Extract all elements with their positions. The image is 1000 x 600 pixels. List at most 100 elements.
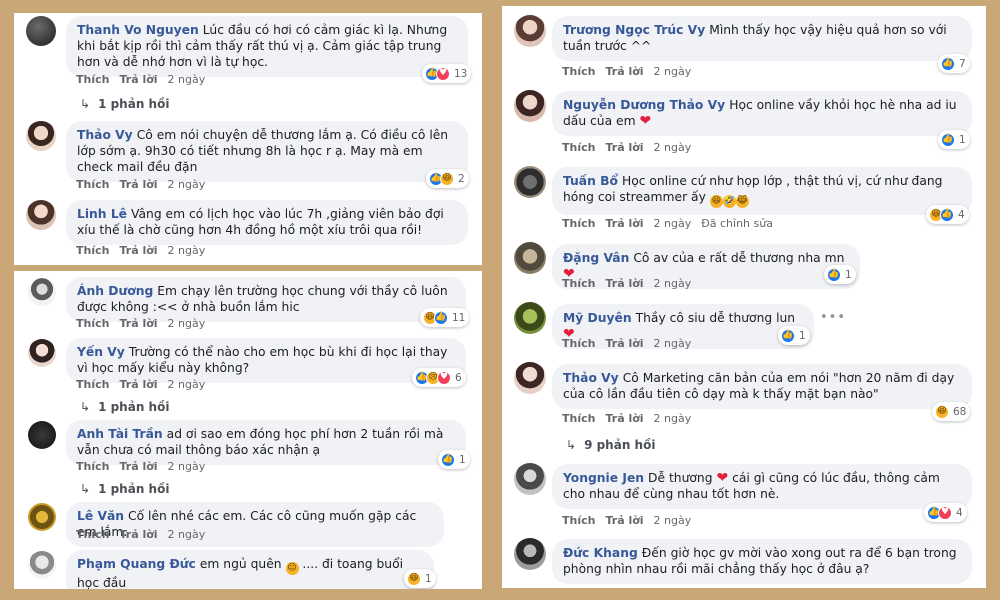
- like-link[interactable]: Thích: [562, 65, 595, 78]
- timestamp[interactable]: 2 ngày: [654, 337, 692, 350]
- reaction-summary[interactable]: 👍 7: [938, 54, 970, 73]
- comment-author[interactable]: Đức Khang: [563, 546, 638, 560]
- reaction-summary[interactable]: 👍 1: [778, 326, 810, 345]
- comment-author[interactable]: Tuấn Bổ: [563, 174, 618, 188]
- comment-author[interactable]: Trương Ngọc Trúc Vy: [563, 23, 705, 37]
- reaction-summary[interactable]: 👍 ♥ 4: [924, 503, 967, 522]
- view-replies-link[interactable]: ↳ 1 phản hồi: [80, 400, 169, 414]
- reaction-count: 1: [959, 133, 966, 146]
- reply-link[interactable]: Trả lời: [119, 378, 157, 391]
- timestamp[interactable]: 2 ngày: [654, 514, 692, 527]
- reply-link[interactable]: Trả lời: [605, 141, 643, 154]
- comment-author[interactable]: Thảo Vy: [563, 371, 619, 385]
- comment-author[interactable]: Lê Văn: [77, 509, 124, 523]
- reaction-summary[interactable]: 😆 👍 4: [926, 205, 969, 224]
- comment-author[interactable]: Yến Vy: [77, 345, 125, 359]
- reply-link[interactable]: Trả lời: [119, 73, 157, 86]
- comment-actions: Thích Trả lời 2 ngày: [562, 514, 701, 527]
- timestamp[interactable]: 2 ngày: [168, 178, 206, 191]
- reply-link[interactable]: Trả lời: [605, 217, 643, 230]
- reaction-summary[interactable]: 😆 1: [404, 569, 436, 588]
- reaction-summary[interactable]: 👍 1: [438, 450, 470, 469]
- reaction-summary[interactable]: 👍 ♥ 13: [422, 64, 472, 83]
- view-replies-link[interactable]: ↳ 9 phản hồi: [566, 438, 655, 452]
- avatar[interactable]: [26, 121, 56, 151]
- reply-link[interactable]: Trả lời: [119, 244, 157, 257]
- like-link[interactable]: Thích: [562, 514, 595, 527]
- comment-author[interactable]: Linh Lê: [77, 207, 127, 221]
- comment-author[interactable]: Thanh Vo Nguyen: [77, 23, 199, 37]
- timestamp[interactable]: 2 ngày: [168, 244, 206, 257]
- avatar[interactable]: [28, 551, 56, 579]
- reply-link[interactable]: Trả lời: [119, 460, 157, 473]
- reply-link[interactable]: Trả lời: [119, 528, 157, 541]
- like-link[interactable]: Thích: [562, 277, 595, 290]
- reaction-summary[interactable]: 👍 1: [824, 265, 856, 284]
- avatar[interactable]: [514, 15, 546, 47]
- timestamp[interactable]: 2 ngày: [168, 528, 206, 541]
- comment-author[interactable]: Yongnie Jen: [563, 471, 644, 485]
- like-link[interactable]: Thích: [562, 217, 595, 230]
- timestamp[interactable]: 2 ngày: [168, 460, 206, 473]
- like-link[interactable]: Thích: [76, 378, 109, 391]
- like-link[interactable]: Thích: [76, 73, 109, 86]
- reaction-count: 2: [458, 172, 465, 185]
- avatar[interactable]: [514, 538, 546, 570]
- avatar[interactable]: [514, 90, 546, 122]
- avatar[interactable]: [28, 339, 56, 367]
- avatar[interactable]: [28, 278, 56, 306]
- like-link[interactable]: Thích: [76, 528, 109, 541]
- reply-link[interactable]: Trả lời: [605, 65, 643, 78]
- timestamp[interactable]: 2 ngày: [168, 73, 206, 86]
- comment-author[interactable]: Mỹ Duyên: [563, 311, 632, 325]
- like-link[interactable]: Thích: [562, 141, 595, 154]
- comment-author[interactable]: Anh Tài Trần: [77, 427, 163, 441]
- reply-link[interactable]: Trả lời: [119, 317, 157, 330]
- like-link[interactable]: Thích: [76, 178, 109, 191]
- reply-link[interactable]: Trả lời: [605, 514, 643, 527]
- view-replies-link[interactable]: ↳ 1 phản hồi: [80, 97, 169, 111]
- like-link[interactable]: Thích: [562, 412, 595, 425]
- timestamp[interactable]: 2 ngày: [654, 277, 692, 290]
- timestamp[interactable]: 2 ngày: [654, 217, 692, 230]
- timestamp[interactable]: 2 ngày: [654, 412, 692, 425]
- reaction-summary[interactable]: 😆 68: [932, 402, 971, 421]
- reaction-summary[interactable]: 👍 1: [938, 130, 970, 149]
- like-icon: 👍: [441, 452, 455, 467]
- avatar[interactable]: [514, 302, 546, 334]
- comment-author[interactable]: Nguyễn Dương Thảo Vy: [563, 98, 725, 112]
- view-replies-link[interactable]: ↳ 1 phản hồi: [80, 482, 169, 496]
- comment-panel-right: Trương Ngọc Trúc Vy Mình thấy học vậy hiệ…: [502, 6, 986, 588]
- cat-emoji-icon: 😹: [735, 195, 749, 208]
- reply-link[interactable]: Trả lời: [119, 178, 157, 191]
- avatar[interactable]: [514, 242, 546, 274]
- avatar[interactable]: [28, 503, 56, 531]
- reply-link[interactable]: Trả lời: [605, 337, 643, 350]
- comment-author[interactable]: Đặng Vân: [563, 251, 629, 265]
- like-link[interactable]: Thích: [76, 460, 109, 473]
- avatar[interactable]: [514, 166, 546, 198]
- avatar[interactable]: [26, 200, 56, 230]
- timestamp[interactable]: 2 ngày: [654, 65, 692, 78]
- like-link[interactable]: Thích: [76, 244, 109, 257]
- comment-bubble: Linh Lê Vâng em có lịch học vào lúc 7h ,g…: [66, 200, 468, 245]
- reply-link[interactable]: Trả lời: [605, 412, 643, 425]
- like-link[interactable]: Thích: [76, 317, 109, 330]
- avatar[interactable]: [514, 362, 546, 394]
- reaction-count: 7: [959, 57, 966, 70]
- comment-author[interactable]: Thảo Vy: [77, 128, 133, 142]
- reaction-summary[interactable]: 👍 😢 ♥ 6: [412, 368, 466, 387]
- timestamp[interactable]: 2 ngày: [168, 378, 206, 391]
- more-options-icon[interactable]: •••: [820, 310, 846, 325]
- comment-author[interactable]: Phạm Quang Đức: [77, 557, 196, 571]
- reply-link[interactable]: Trả lời: [605, 277, 643, 290]
- comment-author[interactable]: Ánh Dương: [77, 284, 153, 298]
- timestamp[interactable]: 2 ngày: [654, 141, 692, 154]
- avatar[interactable]: [28, 421, 56, 449]
- like-link[interactable]: Thích: [562, 337, 595, 350]
- reaction-summary[interactable]: 👍 😆 2: [426, 169, 469, 188]
- avatar[interactable]: [26, 16, 56, 46]
- reaction-summary[interactable]: 😆 👍 11: [420, 308, 470, 327]
- timestamp[interactable]: 2 ngày: [168, 317, 206, 330]
- avatar[interactable]: [514, 463, 546, 495]
